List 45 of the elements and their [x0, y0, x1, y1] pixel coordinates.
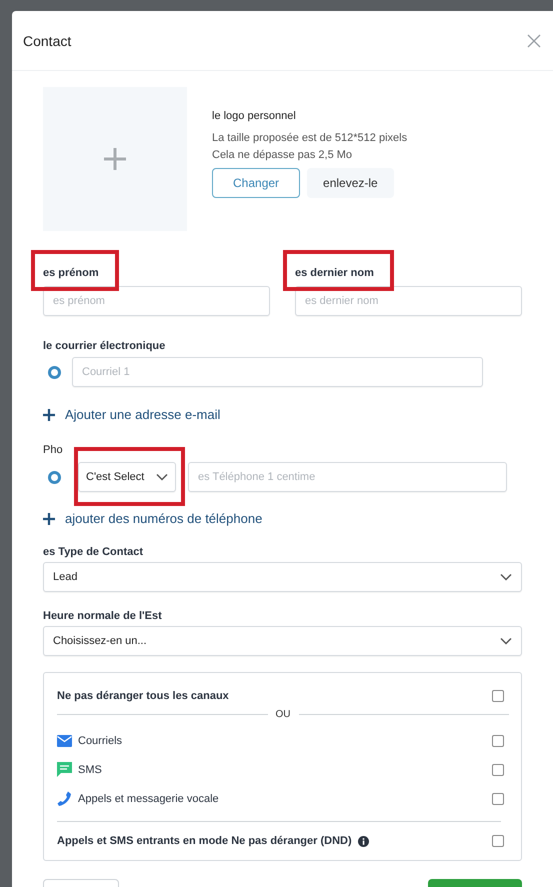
plus-icon	[43, 512, 55, 524]
phone-icon	[57, 791, 72, 806]
field-label: es dernier nom	[295, 267, 374, 279]
field-label: le courrier électronique	[43, 340, 166, 352]
checkbox[interactable]	[492, 734, 504, 746]
change-button[interactable]: Changer	[212, 168, 300, 198]
field-label: es Type de Contact	[43, 546, 144, 558]
dialog-title: Contact	[23, 32, 72, 48]
envelope-icon	[57, 734, 72, 746]
radio-button[interactable]	[48, 470, 61, 484]
channel-label: Courriels	[78, 734, 122, 746]
checkbox[interactable]	[492, 792, 504, 804]
chat-icon	[57, 762, 72, 777]
chevron-down-icon	[500, 637, 512, 645]
remove-button[interactable]: enlevez-le	[307, 168, 394, 198]
channel-label: Appels et messagerie vocale	[78, 792, 219, 804]
dropdown[interactable]: Choisissez-en un...	[43, 626, 522, 656]
channel-label: SMS	[78, 764, 102, 776]
add-phone-link[interactable]: ajouter des numéros de téléphone	[43, 511, 262, 526]
info-icon	[358, 836, 369, 846]
checkbox[interactable]	[492, 835, 504, 847]
checkbox[interactable]	[492, 764, 504, 776]
plus-icon	[43, 408, 55, 420]
dropdown[interactable]: Lead	[43, 562, 522, 592]
close-icon[interactable]	[527, 34, 541, 48]
phone-field[interactable]: es Téléphone 1 centime	[188, 462, 507, 492]
logo-hint: La taille proposée est de 512*512 pixels	[212, 131, 408, 146]
text-field[interactable]: es prénom	[43, 286, 270, 316]
phone-type-select[interactable]: C'est Select	[78, 462, 176, 492]
email-field[interactable]: Courriel 1	[72, 357, 483, 387]
logo-hint: Cela ne dépasse pas 2,5 Mo	[212, 148, 354, 163]
or-separator: OU	[276, 709, 290, 720]
dnd-inbound-label: Appels et SMS entrants en mode Ne pas déranger (DND)	[57, 835, 352, 847]
field-label: Pho	[43, 444, 64, 456]
checkbox[interactable]	[492, 690, 504, 702]
chevron-down-icon	[156, 473, 168, 481]
add-email-link[interactable]: Ajouter une adresse e-mail	[43, 407, 220, 422]
field-label: Heure normale de l'Est	[43, 610, 163, 622]
text-field[interactable]: es dernier nom	[295, 286, 522, 316]
plus-icon	[104, 148, 126, 170]
radio-button[interactable]	[48, 366, 61, 378]
chevron-down-icon	[500, 573, 512, 581]
field-label: es prénom	[43, 267, 99, 279]
logo-title: le logo personnel	[212, 110, 297, 122]
dnd-all-label: Ne pas déranger tous les canaux	[57, 690, 229, 702]
